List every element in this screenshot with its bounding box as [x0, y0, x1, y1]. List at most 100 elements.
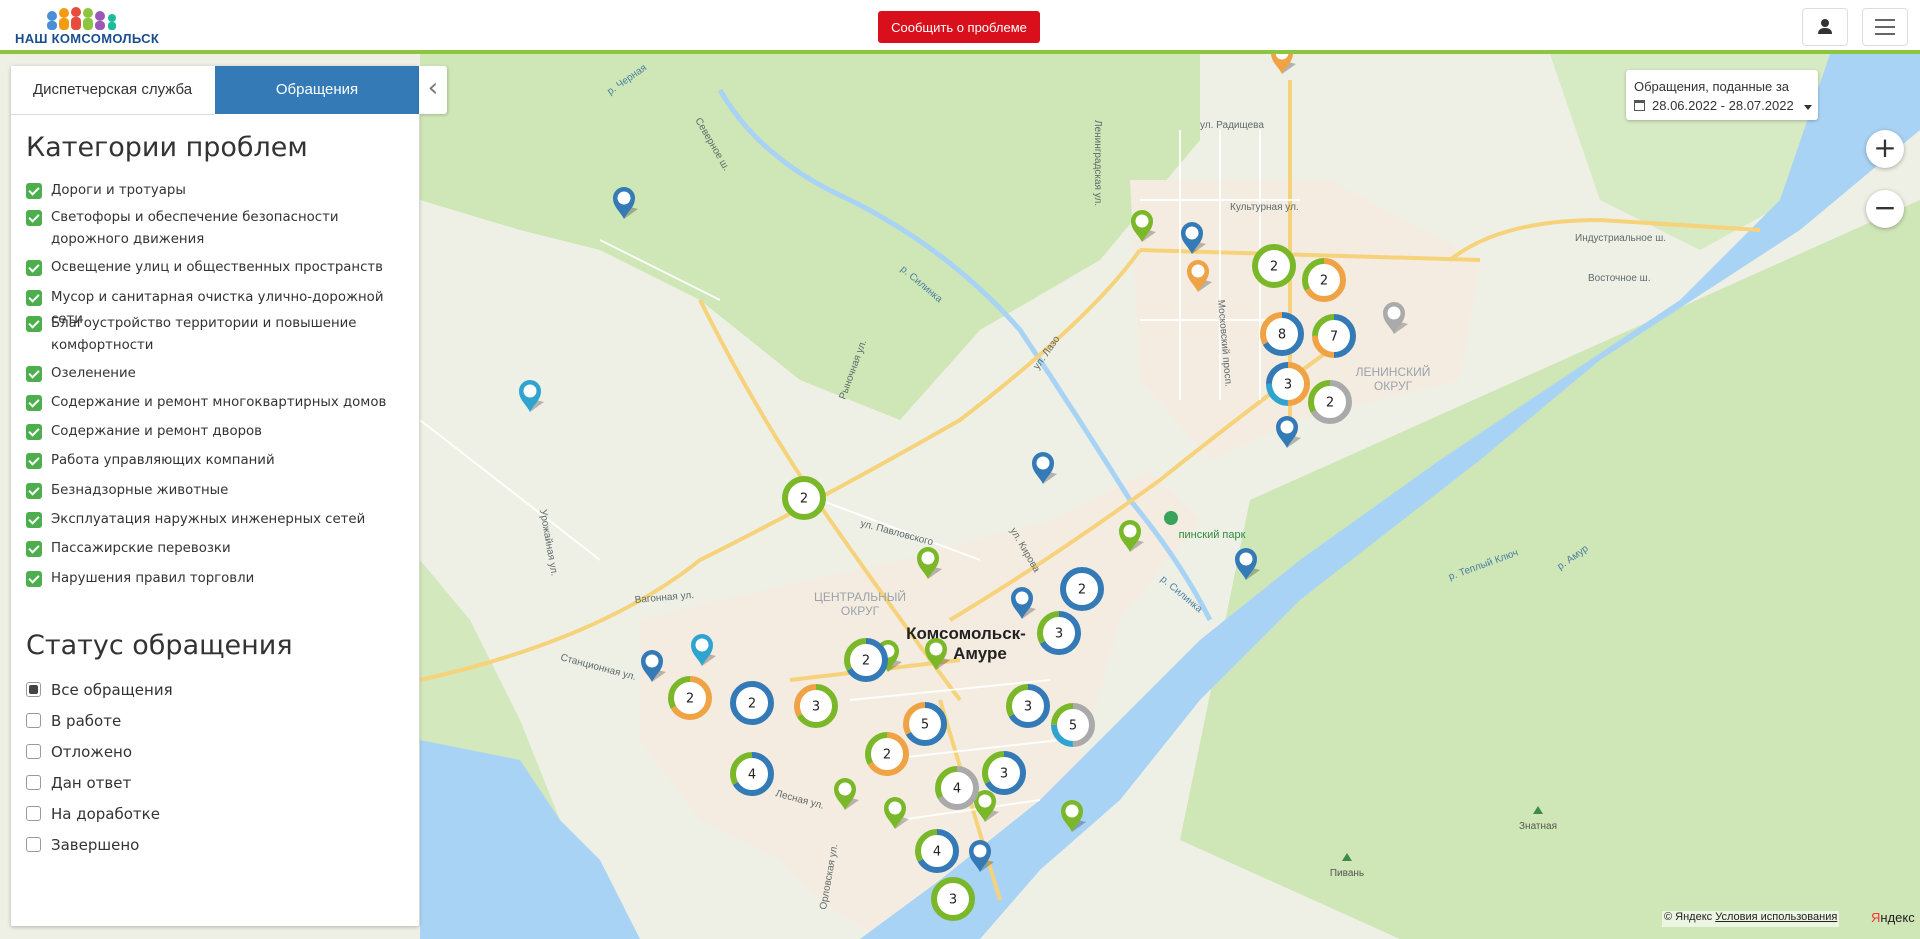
- tab-dispatch-service[interactable]: Диспетчерская служба: [11, 66, 214, 115]
- yandex-logo-text: ндекс: [1880, 910, 1915, 925]
- category-item[interactable]: Нарушения правил торговли: [26, 568, 411, 590]
- checkbox-empty-icon[interactable]: [26, 744, 41, 759]
- cluster-marker[interactable]: 3: [982, 751, 1026, 795]
- checkbox-selected-icon[interactable]: [26, 682, 41, 697]
- status-label: Все обращения: [51, 681, 173, 699]
- status-option[interactable]: На доработке: [26, 804, 160, 824]
- cluster-marker[interactable]: 3: [1037, 611, 1081, 655]
- status-option[interactable]: Все обращения: [26, 680, 173, 700]
- cluster-marker[interactable]: 2: [730, 681, 774, 725]
- category-item[interactable]: Содержание и ремонт дворов: [26, 421, 411, 443]
- cluster-marker[interactable]: 3: [794, 684, 838, 728]
- category-item[interactable]: Благоустройство территории и повышение к…: [26, 313, 411, 357]
- cluster-count: 5: [921, 718, 929, 733]
- cluster-marker[interactable]: 7: [1312, 314, 1356, 358]
- user-button[interactable]: [1802, 8, 1848, 46]
- cluster-marker[interactable]: 4: [730, 752, 774, 796]
- status-option[interactable]: В работе: [26, 711, 121, 731]
- cluster-marker[interactable]: 4: [915, 829, 959, 873]
- cluster-marker[interactable]: 2: [782, 476, 826, 520]
- category-item[interactable]: Озеленение: [26, 363, 411, 385]
- status-label: Завершено: [51, 836, 140, 854]
- checkbox-checked-icon[interactable]: [26, 395, 42, 411]
- checkbox-checked-icon[interactable]: [26, 512, 42, 528]
- user-icon: [1818, 19, 1832, 34]
- cluster-count: 2: [862, 654, 870, 669]
- street-label: Восточное ш.: [1588, 273, 1650, 284]
- checkbox-checked-icon[interactable]: [26, 290, 42, 306]
- date-filter[interactable]: Обращения, поданные за 28.06.2022 - 28.0…: [1626, 70, 1818, 120]
- terms-link[interactable]: Условия использования: [1715, 911, 1837, 923]
- status-title: Статус обращения: [26, 630, 293, 661]
- checkbox-empty-icon[interactable]: [26, 806, 41, 821]
- category-item[interactable]: Эксплуатация наружных инженерных сетей: [26, 509, 411, 531]
- cluster-marker[interactable]: 2: [1060, 567, 1104, 611]
- park-label: пинский парк: [1179, 529, 1246, 541]
- district-label: ЛЕНИНСКИЙ: [1356, 364, 1431, 379]
- checkbox-checked-icon[interactable]: [26, 183, 42, 199]
- category-label: Нарушения правил торговли: [51, 571, 255, 586]
- cluster-marker[interactable]: 2: [1302, 258, 1346, 302]
- checkbox-checked-icon[interactable]: [26, 483, 42, 499]
- cluster-count: 3: [1000, 767, 1008, 782]
- zoom-out-button[interactable]: −: [1866, 190, 1904, 228]
- category-item[interactable]: Дороги и тротуары: [26, 180, 411, 202]
- cluster-marker[interactable]: 2: [1252, 244, 1296, 288]
- category-label: Эксплуатация наружных инженерных сетей: [51, 512, 366, 527]
- category-item[interactable]: Работа управляющих компаний: [26, 450, 411, 472]
- cluster-marker[interactable]: 3: [931, 877, 975, 921]
- checkbox-checked-icon[interactable]: [26, 541, 42, 557]
- category-item[interactable]: Светофоры и обеспечение безопасности дор…: [26, 207, 411, 251]
- cluster-marker[interactable]: 5: [903, 702, 947, 746]
- status-label: Дан ответ: [51, 774, 132, 792]
- category-item[interactable]: Пассажирские перевозки: [26, 538, 411, 560]
- header: НАШ КОМСОМОЛЬСК Сообщить о проблеме: [0, 0, 1920, 54]
- category-label: Освещение улиц и общественных пространст…: [51, 260, 383, 275]
- category-item[interactable]: Освещение улиц и общественных пространст…: [26, 257, 411, 279]
- checkbox-checked-icon[interactable]: [26, 571, 42, 587]
- category-label: Озеленение: [51, 366, 136, 381]
- copyright: © Яндекс Условия использования: [1662, 911, 1840, 927]
- cluster-marker[interactable]: 2: [844, 638, 888, 682]
- checkbox-checked-icon[interactable]: [26, 260, 42, 276]
- logo-text: НАШ КОМСОМОЛЬСК: [15, 31, 160, 46]
- checkbox-checked-icon[interactable]: [26, 424, 42, 440]
- status-option[interactable]: Завершено: [26, 835, 139, 855]
- category-label: Пассажирские перевозки: [51, 541, 231, 556]
- cluster-marker[interactable]: 2: [1308, 380, 1352, 424]
- category-label: Дороги и тротуары: [51, 183, 186, 198]
- cluster-count: 3: [1284, 378, 1292, 393]
- checkbox-empty-icon[interactable]: [26, 775, 41, 790]
- yandex-logo[interactable]: Яндекс: [1871, 910, 1915, 925]
- category-item[interactable]: Содержание и ремонт многоквартирных домо…: [26, 392, 411, 414]
- report-problem-button[interactable]: Сообщить о проблеме: [878, 11, 1040, 43]
- cluster-marker[interactable]: 3: [1266, 362, 1310, 406]
- cluster-marker[interactable]: 2: [865, 732, 909, 776]
- cluster-marker[interactable]: 4: [935, 766, 979, 810]
- cluster-marker[interactable]: 3: [1006, 684, 1050, 728]
- checkbox-empty-icon[interactable]: [26, 713, 41, 728]
- zoom-in-button[interactable]: +: [1866, 130, 1904, 168]
- street-label: Культурная ул.: [1230, 202, 1299, 213]
- categories-title: Категории проблем: [26, 132, 308, 163]
- checkbox-checked-icon[interactable]: [26, 453, 42, 469]
- place-label: Пивань: [1330, 868, 1364, 879]
- status-option[interactable]: Дан ответ: [26, 773, 131, 793]
- cluster-marker[interactable]: 8: [1260, 312, 1304, 356]
- cluster-count: 4: [933, 845, 941, 860]
- cluster-marker[interactable]: 2: [668, 676, 712, 720]
- menu-button[interactable]: [1862, 8, 1908, 46]
- park-icon: [1164, 511, 1178, 525]
- checkbox-checked-icon[interactable]: [26, 366, 42, 382]
- cluster-marker[interactable]: 5: [1051, 703, 1095, 747]
- tab-requests[interactable]: Обращения: [215, 66, 419, 114]
- cluster-count: 8: [1278, 328, 1286, 343]
- status-option[interactable]: Отложено: [26, 742, 132, 762]
- checkbox-empty-icon[interactable]: [26, 837, 41, 852]
- status-label: В работе: [51, 712, 122, 730]
- checkbox-checked-icon[interactable]: [26, 210, 42, 226]
- category-item[interactable]: Безнадзорные животные: [26, 480, 411, 502]
- collapse-sidebar-button[interactable]: ‹: [419, 66, 447, 114]
- checkbox-checked-icon[interactable]: [26, 316, 42, 332]
- cluster-count: 3: [812, 700, 820, 715]
